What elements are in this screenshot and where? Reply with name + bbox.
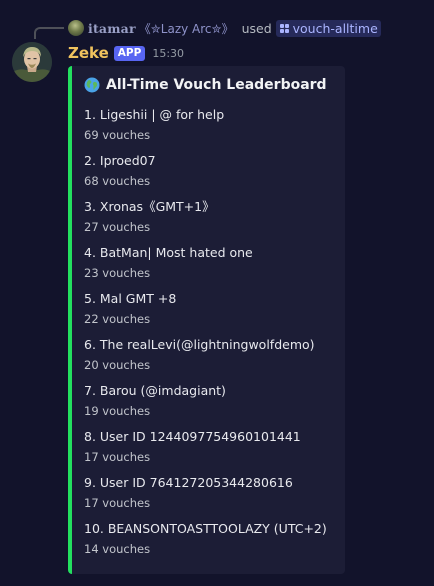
command-name: vouch-alltime <box>292 20 378 36</box>
command-chip[interactable]: vouch-alltime <box>275 19 381 37</box>
leaderboard-entry: 5. Mal GMT +8 22 vouches <box>84 291 342 337</box>
leaderboard-entry: 8. User ID 1244097754960101441 17 vouche… <box>84 429 342 475</box>
leaderboard-entry: 1. Ligeshii | @ for help 69 vouches <box>84 107 342 153</box>
command-invocation: 𝐢𝐭𝐚𝐦𝐚𝐫 《✮Lazy Arc✮》 used vouch-alltime <box>68 19 381 37</box>
entry-name: 7. Barou (@imdagiant) <box>84 383 226 398</box>
entry-name: 5. Mal GMT +8 <box>84 291 177 306</box>
entry-vouch-count: 23 vouches <box>84 266 151 280</box>
leaderboard-entry: 2. Iproed07 68 vouches <box>84 153 342 199</box>
leaderboard-entry: 4. BatMan| Most hated one 23 vouches <box>84 245 342 291</box>
entry-vouch-count: 19 vouches <box>84 404 151 418</box>
used-label: used <box>241 20 272 36</box>
author-name[interactable]: Zeke <box>68 44 109 62</box>
leaderboard-entry: 7. Barou (@imdagiant) 19 vouches <box>84 383 342 429</box>
entry-vouch-count: 22 vouches <box>84 312 151 326</box>
entry-name: 3. Xronas《GMT+1》 <box>84 199 215 214</box>
leaderboard-entry: 3. Xronas《GMT+1》 27 vouches <box>84 199 342 245</box>
avatar-portrait-icon <box>12 42 52 82</box>
entry-name: 1. Ligeshii | @ for help <box>84 107 225 122</box>
leaderboard-entry: 9. User ID 764127205344280616 17 vouches <box>84 475 342 521</box>
entry-name: 4. BatMan| Most hated one <box>84 245 253 260</box>
entry-vouch-count: 27 vouches <box>84 220 151 234</box>
reply-spine <box>34 27 64 39</box>
entry-name: 9. User ID 764127205344280616 <box>84 475 293 490</box>
entry-vouch-count: 17 vouches <box>84 496 151 510</box>
entry-name: 8. User ID 1244097754960101441 <box>84 429 301 444</box>
entry-vouch-count: 14 vouches <box>84 542 151 556</box>
app-badge: APP <box>113 45 146 61</box>
leaderboard-entry: 6. The realLevi(@lightningwolfdemo) 20 v… <box>84 337 342 383</box>
embed-title: All-Time Vouch Leaderboard <box>84 77 327 93</box>
author-avatar[interactable] <box>12 42 52 82</box>
invoker-avatar[interactable] <box>68 20 84 36</box>
leaderboard-embed: All-Time Vouch Leaderboard 1. Ligeshii |… <box>68 66 345 574</box>
embed-title-text: All-Time Vouch Leaderboard <box>106 77 327 93</box>
entry-name: 6. The realLevi(@lightningwolfdemo) <box>84 337 315 352</box>
entry-vouch-count: 20 vouches <box>84 358 151 372</box>
invoker-tag[interactable]: 《✮Lazy Arc✮》 <box>139 20 234 37</box>
message-header: Zeke APP 15:30 <box>68 43 184 63</box>
slash-command-icon <box>279 23 289 33</box>
message-timestamp[interactable]: 15:30 <box>152 47 184 60</box>
entry-vouch-count: 17 vouches <box>84 450 151 464</box>
entry-name: 10. BEANSONTOASTTOOLAZY (UTC+2) <box>84 521 327 536</box>
entry-vouch-count: 69 vouches <box>84 128 151 142</box>
entry-name: 2. Iproed07 <box>84 153 156 168</box>
entry-vouch-count: 68 vouches <box>84 174 151 188</box>
globe-icon <box>84 77 100 93</box>
leaderboard-entry: 10. BEANSONTOASTTOOLAZY (UTC+2) 14 vouch… <box>84 521 342 567</box>
invoker-username[interactable]: 𝐢𝐭𝐚𝐦𝐚𝐫 <box>88 21 136 36</box>
leaderboard-list: 1. Ligeshii | @ for help 69 vouches 2. I… <box>84 107 342 567</box>
